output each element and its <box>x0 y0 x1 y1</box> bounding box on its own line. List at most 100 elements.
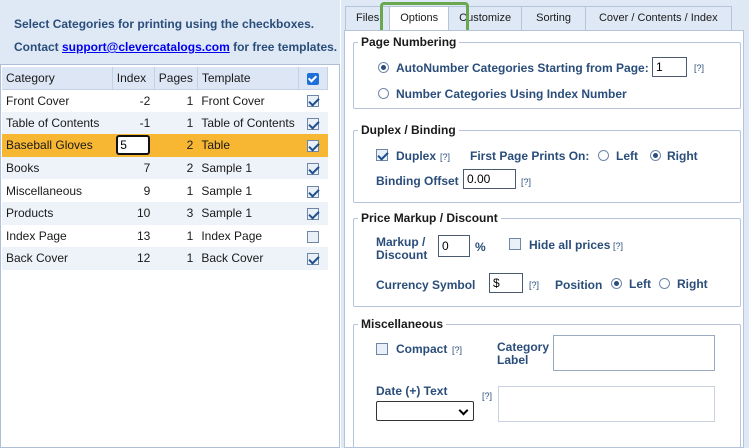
table-row[interactable]: Products 10 3 Sample 1 <box>2 201 328 225</box>
duplex-label: Duplex <box>396 149 437 163</box>
select-all-checkbox[interactable] <box>307 72 320 85</box>
cell-category[interactable]: Miscellaneous <box>2 179 112 202</box>
cell-pages[interactable]: 1 <box>154 111 198 135</box>
cell-template[interactable]: Index Page <box>197 225 298 248</box>
duplex-checkbox[interactable] <box>376 149 388 161</box>
markup-input[interactable] <box>438 235 470 257</box>
cell-index[interactable]: -2 <box>112 89 154 112</box>
table-row[interactable]: Table of Contents -1 1 Table of Contents <box>2 111 328 135</box>
hide-prices-label: Hide all prices <box>529 238 611 252</box>
cell-category[interactable]: Back Cover <box>2 247 113 270</box>
print-checkbox[interactable] <box>307 185 320 198</box>
cell-index[interactable]: 13 <box>112 225 154 248</box>
support-email-link[interactable]: support@clevercatalogs.com <box>62 40 230 54</box>
binding-offset-help[interactable]: [?] <box>521 177 531 187</box>
tab-options[interactable]: Options <box>389 6 450 31</box>
autonumber-help[interactable]: [?] <box>694 63 704 73</box>
column-header-template[interactable]: Template <box>197 67 300 90</box>
cell-index[interactable]: 12 <box>112 247 155 270</box>
cell-pages[interactable]: 2 <box>154 156 198 180</box>
cell-category[interactable]: Books <box>2 156 113 180</box>
compact-checkbox[interactable] <box>376 343 388 355</box>
index-edit-input[interactable] <box>116 135 151 156</box>
cell-category[interactable]: Baseball Gloves <box>2 134 113 157</box>
cell-template[interactable]: Table of Contents <box>197 111 299 135</box>
hide-prices-help[interactable]: [?] <box>613 241 623 251</box>
print-checkbox[interactable] <box>307 95 320 108</box>
cell-print-checkbox[interactable] <box>299 225 328 248</box>
table-row[interactable]: Index Page 13 1 Index Page <box>2 225 328 248</box>
position-right-radio[interactable] <box>659 278 670 289</box>
cell-category[interactable]: Front Cover <box>2 89 112 112</box>
date-text-textarea[interactable] <box>498 386 715 422</box>
cell-template[interactable]: Front Cover <box>197 89 298 112</box>
cell-pages[interactable]: 1 <box>154 225 197 248</box>
cell-print-checkbox[interactable] <box>299 179 328 202</box>
cell-template[interactable]: Back Cover <box>197 247 299 270</box>
currency-symbol-input[interactable] <box>489 273 523 293</box>
tab-files[interactable]: Files <box>345 6 391 30</box>
first-page-left-label: Left <box>616 149 638 163</box>
position-left-radio[interactable] <box>611 278 622 289</box>
cell-pages[interactable]: 2 <box>154 134 198 157</box>
binding-offset-input[interactable] <box>463 169 516 189</box>
cell-template[interactable]: Sample 1 <box>197 179 298 202</box>
duplex-help[interactable]: [?] <box>440 152 450 162</box>
cell-print-checkbox[interactable] <box>299 89 328 112</box>
print-checkbox[interactable] <box>307 230 320 243</box>
cell-index[interactable]: -1 <box>112 111 155 135</box>
first-page-right-radio[interactable] <box>650 150 661 161</box>
tab-cover-contents-index[interactable]: Cover / Contents / Index <box>584 6 732 30</box>
column-header-category[interactable]: Category <box>2 67 113 90</box>
print-checkbox[interactable] <box>307 117 320 130</box>
cell-index[interactable]: 10 <box>112 201 155 225</box>
column-header-select-all[interactable] <box>298 67 328 90</box>
category-label-textarea[interactable] <box>553 335 715 371</box>
cell-index[interactable]: 7 <box>112 156 155 180</box>
table-row[interactable]: Miscellaneous 9 1 Sample 1 <box>2 179 328 202</box>
cell-index[interactable]: 9 <box>112 179 154 202</box>
print-checkbox[interactable] <box>307 253 320 266</box>
cell-print-checkbox[interactable] <box>298 247 328 270</box>
print-checkbox[interactable] <box>307 208 320 221</box>
cell-template[interactable]: Sample 1 <box>197 201 299 225</box>
cell-print-checkbox[interactable] <box>298 134 328 157</box>
print-checkbox[interactable] <box>307 162 320 175</box>
cell-category[interactable]: Table of Contents <box>2 111 113 135</box>
column-header-index[interactable]: Index <box>112 67 155 90</box>
column-header-pages[interactable]: Pages <box>154 67 198 90</box>
price-markup-group: Price Markup / Discount Markup / Discoun… <box>353 211 741 307</box>
cell-template[interactable]: Table <box>197 134 299 157</box>
date-text-select[interactable] <box>376 401 474 421</box>
tab-sorting[interactable]: Sorting <box>521 6 586 30</box>
instructions-text: Select Categories for printing using the… <box>14 17 315 31</box>
currency-help[interactable]: [?] <box>529 280 539 290</box>
cell-category[interactable]: Products <box>2 201 113 225</box>
tab-customize[interactable]: Customize <box>448 6 523 30</box>
print-checkbox[interactable] <box>307 140 320 153</box>
index-number-label: Number Categories Using Index Number <box>396 87 627 101</box>
cell-pages[interactable]: 3 <box>154 201 198 225</box>
first-page-left-radio[interactable] <box>598 150 609 161</box>
table-row[interactable]: Front Cover -2 1 Front Cover <box>2 89 328 112</box>
index-number-radio[interactable] <box>378 88 389 99</box>
date-text-help[interactable]: [?] <box>482 391 492 401</box>
hide-prices-checkbox[interactable] <box>509 238 521 250</box>
cell-category[interactable]: Index Page <box>2 225 112 248</box>
cell-print-checkbox[interactable] <box>298 156 328 180</box>
compact-help[interactable]: [?] <box>452 345 462 355</box>
cell-pages[interactable]: 1 <box>154 179 197 202</box>
autonumber-radio[interactable] <box>378 62 389 73</box>
cell-template[interactable]: Sample 1 <box>197 156 299 180</box>
cell-pages[interactable]: 1 <box>154 247 198 270</box>
table-row[interactable]: Back Cover 12 1 Back Cover <box>2 247 328 270</box>
table-row[interactable]: Baseball Gloves 2Table <box>2 134 328 157</box>
cell-print-checkbox[interactable] <box>298 111 328 135</box>
cell-pages[interactable]: 1 <box>154 89 197 112</box>
cell-print-checkbox[interactable] <box>298 201 328 225</box>
start-page-input[interactable] <box>652 57 687 77</box>
position-left-label: Left <box>629 277 651 291</box>
page-numbering-legend: Page Numbering <box>361 35 457 49</box>
cell-index[interactable] <box>112 134 155 157</box>
table-row[interactable]: Books 7 2 Sample 1 <box>2 156 328 180</box>
